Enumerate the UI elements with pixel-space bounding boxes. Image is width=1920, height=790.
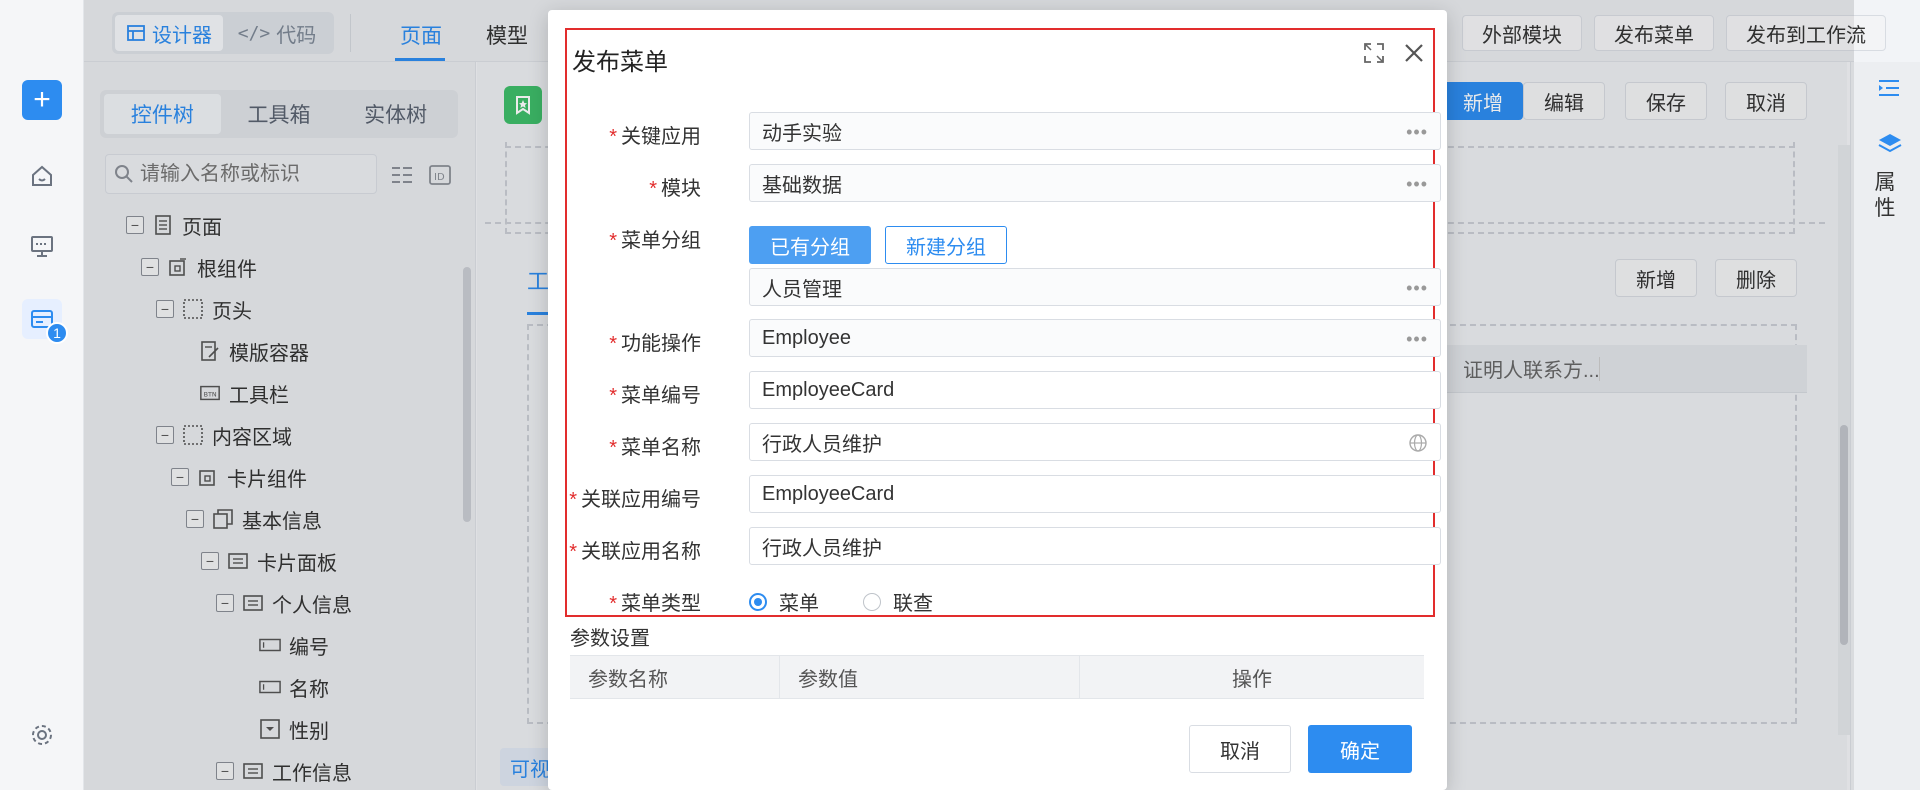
radio-lookup[interactable]	[863, 592, 881, 611]
existing-group-button[interactable]: 已有分组	[749, 226, 871, 264]
new-group-button[interactable]: 新建分组	[885, 226, 1007, 264]
module-field[interactable]: 基础数据 •••	[749, 164, 1441, 202]
rel-app-name-field[interactable]: 行政人员维护	[749, 527, 1441, 565]
confirm-button[interactable]: 确定	[1308, 725, 1412, 773]
col-action: 操作	[1232, 668, 1272, 691]
highlighted-form-region: * 关键应用 动手实验 ••• * 模块 基础数据 ••• * 菜单分组 已有分组 新建分…	[565, 28, 1441, 617]
more-icon[interactable]: •••	[1406, 174, 1428, 195]
cancel-button[interactable]: 取消	[1189, 725, 1291, 773]
function-op-label: * 功能操作	[609, 333, 701, 355]
key-app-label: * 关键应用	[609, 126, 701, 148]
menu-group-field[interactable]: 人员管理 •••	[749, 268, 1441, 306]
params-table-header: 参数名称 参数值 操作	[570, 655, 1424, 699]
menu-type-radio-group: 菜单 联查	[749, 587, 933, 616]
rel-app-code-field[interactable]: EmployeeCard	[749, 475, 1441, 513]
notification-badge: 1	[46, 322, 68, 344]
key-app-field[interactable]: 动手实验 •••	[749, 112, 1441, 150]
globe-icon[interactable]	[1408, 433, 1428, 453]
col-param-name: 参数名称	[570, 656, 780, 698]
more-icon[interactable]: •••	[1406, 329, 1428, 350]
indent-icon[interactable]	[1877, 78, 1901, 98]
right-rail: 属性	[1850, 62, 1920, 790]
rel-app-name-label: * 关联应用名称	[569, 541, 701, 563]
more-icon[interactable]: •••	[1406, 122, 1428, 143]
menu-code-label: * 菜单编号	[609, 385, 701, 407]
more-icon[interactable]: •••	[1406, 278, 1428, 299]
settings-gear-icon[interactable]	[22, 715, 62, 755]
add-icon[interactable]: +	[22, 80, 62, 120]
col-param-value: 参数值	[780, 656, 1080, 698]
properties-label[interactable]: 属性	[1873, 170, 1897, 222]
menu-code-field[interactable]: EmployeeCard	[749, 371, 1441, 409]
radio-lookup-label[interactable]: 联查	[893, 587, 933, 616]
menu-name-label: * 菜单名称	[609, 437, 701, 459]
rel-app-code-label: * 关联应用编号	[569, 489, 701, 511]
menu-group-label: * 菜单分组	[609, 230, 701, 252]
menu-type-label: * 菜单类型	[609, 593, 701, 615]
params-section-title: 参数设置	[570, 628, 650, 650]
function-op-field[interactable]: Employee •••	[749, 319, 1441, 357]
radio-menu-label[interactable]: 菜单	[779, 587, 819, 616]
home-icon[interactable]	[22, 156, 62, 196]
left-rail: + 1	[0, 0, 84, 790]
menu-name-field[interactable]: 行政人员维护	[749, 423, 1441, 461]
module-label: * 模块	[649, 178, 701, 200]
monitor-icon[interactable]	[22, 226, 62, 266]
layers-icon[interactable]	[1877, 132, 1903, 156]
radio-menu[interactable]	[749, 592, 767, 611]
publish-menu-dialog: 发布菜单 * 关键应用 动手实验 ••• * 模块 基础数据 ••• * 菜单分组 已有分…	[548, 10, 1447, 790]
